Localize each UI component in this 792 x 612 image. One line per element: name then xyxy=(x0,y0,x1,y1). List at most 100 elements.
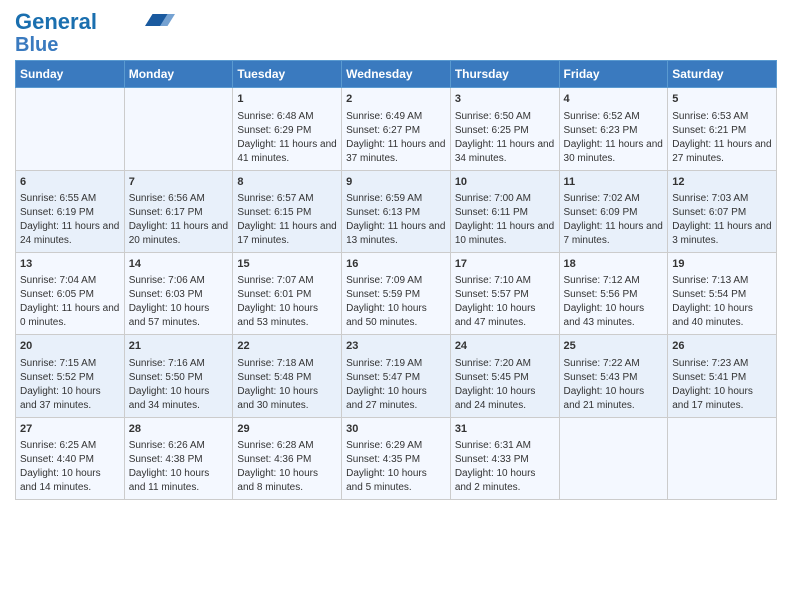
logo-text: General xyxy=(15,10,97,34)
calendar-cell: 9 Sunrise: 6:59 AM Sunset: 6:13 PM Daylig… xyxy=(342,170,451,252)
calendar-cell: 8 Sunrise: 6:57 AM Sunset: 6:15 PM Daylig… xyxy=(233,170,342,252)
day-number: 17 xyxy=(455,257,555,272)
day-number: 27 xyxy=(20,422,120,437)
calendar-cell: 2 Sunrise: 6:49 AM Sunset: 6:27 PM Daylig… xyxy=(342,88,451,170)
day-info: Sunrise: 6:57 AM Sunset: 6:15 PM Dayligh… xyxy=(237,192,337,248)
header-day: Monday xyxy=(124,61,233,88)
header-day: Saturday xyxy=(668,61,777,88)
calendar-cell: 27 Sunrise: 6:25 AM Sunset: 4:40 PM Dayli… xyxy=(16,417,125,499)
day-info: Sunrise: 7:03 AM Sunset: 6:07 PM Dayligh… xyxy=(672,192,772,248)
calendar-cell: 16Sunrise: 7:09 AM Sunset: 5:59 PM Dayli… xyxy=(342,252,451,334)
calendar-table: SundayMondayTuesdayWednesdayThursdayFrid… xyxy=(15,60,777,500)
calendar-week-row: 20 Sunrise: 7:15 AM Sunset: 5:52 PM Dayli… xyxy=(16,335,777,417)
day-info: Sunrise: 6:31 AM Sunset: 4:33 PM Dayligh… xyxy=(455,439,555,495)
header-day: Sunday xyxy=(16,61,125,88)
day-info: Sunrise: 6:55 AM Sunset: 6:19 PM Dayligh… xyxy=(20,192,120,248)
calendar-cell: 18Sunrise: 7:12 AM Sunset: 5:56 PM Dayli… xyxy=(559,252,668,334)
day-info: Sunrise: 7:10 AM Sunset: 5:57 PM Dayligh… xyxy=(455,274,555,330)
calendar-week-row: 1 Sunrise: 6:48 AM Sunset: 6:29 PM Daylig… xyxy=(16,88,777,170)
calendar-cell: 17 Sunrise: 7:10 AM Sunset: 5:57 PM Dayli… xyxy=(450,252,559,334)
logo: General Blue xyxy=(15,10,175,56)
calendar-cell: 21 Sunrise: 7:16 AM Sunset: 5:50 PM Dayli… xyxy=(124,335,233,417)
day-number: 5 xyxy=(672,92,772,107)
day-info: Sunrise: 6:59 AM Sunset: 6:13 PM Dayligh… xyxy=(346,192,446,248)
day-number: 14 xyxy=(129,257,229,272)
calendar-cell xyxy=(668,417,777,499)
day-info: Sunrise: 6:50 AM Sunset: 6:25 PM Dayligh… xyxy=(455,110,555,166)
day-number: 28 xyxy=(129,422,229,437)
header-day: Tuesday xyxy=(233,61,342,88)
day-number: 15 xyxy=(237,257,337,272)
calendar-cell: 29Sunrise: 6:28 AM Sunset: 4:36 PM Dayli… xyxy=(233,417,342,499)
day-number: 19 xyxy=(672,257,772,272)
calendar-cell: 3 Sunrise: 6:50 AM Sunset: 6:25 PM Daylig… xyxy=(450,88,559,170)
day-number: 23 xyxy=(346,339,446,354)
day-info: Sunrise: 6:29 AM Sunset: 4:35 PM Dayligh… xyxy=(346,439,446,495)
header-day: Wednesday xyxy=(342,61,451,88)
calendar-cell: 13Sunrise: 7:04 AM Sunset: 6:05 PM Dayli… xyxy=(16,252,125,334)
day-number: 2 xyxy=(346,92,446,107)
day-info: Sunrise: 7:15 AM Sunset: 5:52 PM Dayligh… xyxy=(20,357,120,413)
day-number: 10 xyxy=(455,175,555,190)
logo-icon xyxy=(145,11,175,29)
day-number: 20 xyxy=(20,339,120,354)
day-number: 11 xyxy=(564,175,664,190)
day-number: 8 xyxy=(237,175,337,190)
calendar-cell: 25 Sunrise: 7:22 AM Sunset: 5:43 PM Dayli… xyxy=(559,335,668,417)
day-info: Sunrise: 7:19 AM Sunset: 5:47 PM Dayligh… xyxy=(346,357,446,413)
calendar-cell: 15 Sunrise: 7:07 AM Sunset: 6:01 PM Dayli… xyxy=(233,252,342,334)
header-day: Friday xyxy=(559,61,668,88)
calendar-week-row: 6 Sunrise: 6:55 AM Sunset: 6:19 PM Daylig… xyxy=(16,170,777,252)
day-number: 12 xyxy=(672,175,772,190)
calendar-header: SundayMondayTuesdayWednesdayThursdayFrid… xyxy=(16,61,777,88)
calendar-cell xyxy=(16,88,125,170)
calendar-cell: 26Sunrise: 7:23 AM Sunset: 5:41 PM Dayli… xyxy=(668,335,777,417)
calendar-cell: 7 Sunrise: 6:56 AM Sunset: 6:17 PM Daylig… xyxy=(124,170,233,252)
day-number: 3 xyxy=(455,92,555,107)
calendar-week-row: 13Sunrise: 7:04 AM Sunset: 6:05 PM Dayli… xyxy=(16,252,777,334)
calendar-cell: 23 Sunrise: 7:19 AM Sunset: 5:47 PM Dayli… xyxy=(342,335,451,417)
calendar-cell: 4 Sunrise: 6:52 AM Sunset: 6:23 PM Daylig… xyxy=(559,88,668,170)
page-header: General Blue xyxy=(15,10,777,56)
header-day: Thursday xyxy=(450,61,559,88)
logo-blue-text: Blue xyxy=(15,34,58,56)
calendar-cell xyxy=(559,417,668,499)
day-info: Sunrise: 6:25 AM Sunset: 4:40 PM Dayligh… xyxy=(20,439,120,495)
day-info: Sunrise: 7:22 AM Sunset: 5:43 PM Dayligh… xyxy=(564,357,664,413)
day-info: Sunrise: 7:18 AM Sunset: 5:48 PM Dayligh… xyxy=(237,357,337,413)
day-info: Sunrise: 7:16 AM Sunset: 5:50 PM Dayligh… xyxy=(129,357,229,413)
calendar-cell: 1 Sunrise: 6:48 AM Sunset: 6:29 PM Daylig… xyxy=(233,88,342,170)
day-number: 24 xyxy=(455,339,555,354)
calendar-cell: 20 Sunrise: 7:15 AM Sunset: 5:52 PM Dayli… xyxy=(16,335,125,417)
day-info: Sunrise: 6:49 AM Sunset: 6:27 PM Dayligh… xyxy=(346,110,446,166)
day-number: 9 xyxy=(346,175,446,190)
header-row: SundayMondayTuesdayWednesdayThursdayFrid… xyxy=(16,61,777,88)
calendar-cell: 11Sunrise: 7:02 AM Sunset: 6:09 PM Dayli… xyxy=(559,170,668,252)
day-number: 18 xyxy=(564,257,664,272)
day-info: Sunrise: 7:23 AM Sunset: 5:41 PM Dayligh… xyxy=(672,357,772,413)
day-info: Sunrise: 6:56 AM Sunset: 6:17 PM Dayligh… xyxy=(129,192,229,248)
day-info: Sunrise: 6:28 AM Sunset: 4:36 PM Dayligh… xyxy=(237,439,337,495)
day-number: 16 xyxy=(346,257,446,272)
calendar-cell: 22Sunrise: 7:18 AM Sunset: 5:48 PM Dayli… xyxy=(233,335,342,417)
day-info: Sunrise: 6:52 AM Sunset: 6:23 PM Dayligh… xyxy=(564,110,664,166)
day-number: 31 xyxy=(455,422,555,437)
calendar-cell: 10Sunrise: 7:00 AM Sunset: 6:11 PM Dayli… xyxy=(450,170,559,252)
day-info: Sunrise: 6:53 AM Sunset: 6:21 PM Dayligh… xyxy=(672,110,772,166)
calendar-cell: 12 Sunrise: 7:03 AM Sunset: 6:07 PM Dayli… xyxy=(668,170,777,252)
calendar-body: 1 Sunrise: 6:48 AM Sunset: 6:29 PM Daylig… xyxy=(16,88,777,500)
day-number: 6 xyxy=(20,175,120,190)
day-info: Sunrise: 7:07 AM Sunset: 6:01 PM Dayligh… xyxy=(237,274,337,330)
day-number: 7 xyxy=(129,175,229,190)
calendar-cell xyxy=(124,88,233,170)
day-number: 1 xyxy=(237,92,337,107)
day-number: 25 xyxy=(564,339,664,354)
day-info: Sunrise: 6:48 AM Sunset: 6:29 PM Dayligh… xyxy=(237,110,337,166)
calendar-cell: 30Sunrise: 6:29 AM Sunset: 4:35 PM Dayli… xyxy=(342,417,451,499)
calendar-cell: 24Sunrise: 7:20 AM Sunset: 5:45 PM Dayli… xyxy=(450,335,559,417)
calendar-cell: 28Sunrise: 6:26 AM Sunset: 4:38 PM Dayli… xyxy=(124,417,233,499)
day-number: 21 xyxy=(129,339,229,354)
calendar-week-row: 27 Sunrise: 6:25 AM Sunset: 4:40 PM Dayli… xyxy=(16,417,777,499)
day-number: 4 xyxy=(564,92,664,107)
day-info: Sunrise: 7:04 AM Sunset: 6:05 PM Dayligh… xyxy=(20,274,120,330)
